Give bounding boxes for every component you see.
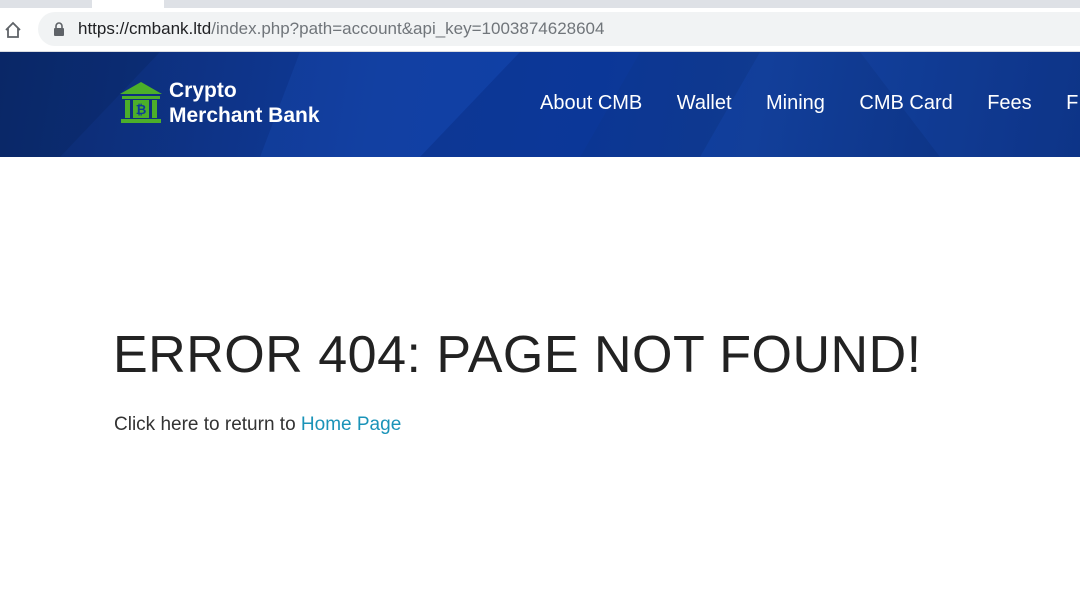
browser-toolbar: https://cmbank.ltd/index.php?path=accoun… bbox=[0, 8, 1080, 52]
lock-icon[interactable] bbox=[53, 22, 65, 36]
nav-about-cmb[interactable]: About CMB bbox=[540, 92, 642, 115]
error-title: ERROR 404: PAGE NOT FOUND! bbox=[113, 326, 922, 384]
logo-text: Crypto Merchant Bank bbox=[169, 78, 320, 128]
return-prefix: Click here to return to bbox=[114, 414, 301, 435]
nav-mining[interactable]: Mining bbox=[766, 92, 825, 115]
nav-item-truncated[interactable]: F bbox=[1066, 92, 1078, 115]
url-path: /index.php?path=account&api_key=10038746… bbox=[211, 19, 605, 38]
return-line: Click here to return to Home Page bbox=[114, 414, 401, 436]
site-header: ₿ Crypto Merchant Bank About CMB Wallet … bbox=[0, 52, 1080, 157]
logo-line-2: Merchant Bank bbox=[169, 104, 320, 127]
url-text[interactable]: https://cmbank.ltd/index.php?path=accoun… bbox=[78, 19, 604, 39]
nav-fees[interactable]: Fees bbox=[987, 92, 1031, 115]
home-icon[interactable] bbox=[2, 19, 24, 41]
address-bar[interactable]: https://cmbank.ltd/index.php?path=accoun… bbox=[38, 12, 1080, 46]
active-tab[interactable] bbox=[92, 0, 164, 8]
nav-cmb-card[interactable]: CMB Card bbox=[859, 92, 952, 115]
bank-logo-icon: ₿ bbox=[118, 80, 164, 126]
home-page-link[interactable]: Home Page bbox=[301, 414, 401, 435]
url-host: https://cmbank.ltd bbox=[78, 19, 212, 38]
logo-line-1: Crypto bbox=[169, 79, 237, 102]
main-nav: About CMB Wallet Mining CMB Card Fees F bbox=[540, 92, 1080, 115]
svg-text:₿: ₿ bbox=[136, 103, 147, 118]
nav-wallet[interactable]: Wallet bbox=[677, 92, 732, 115]
